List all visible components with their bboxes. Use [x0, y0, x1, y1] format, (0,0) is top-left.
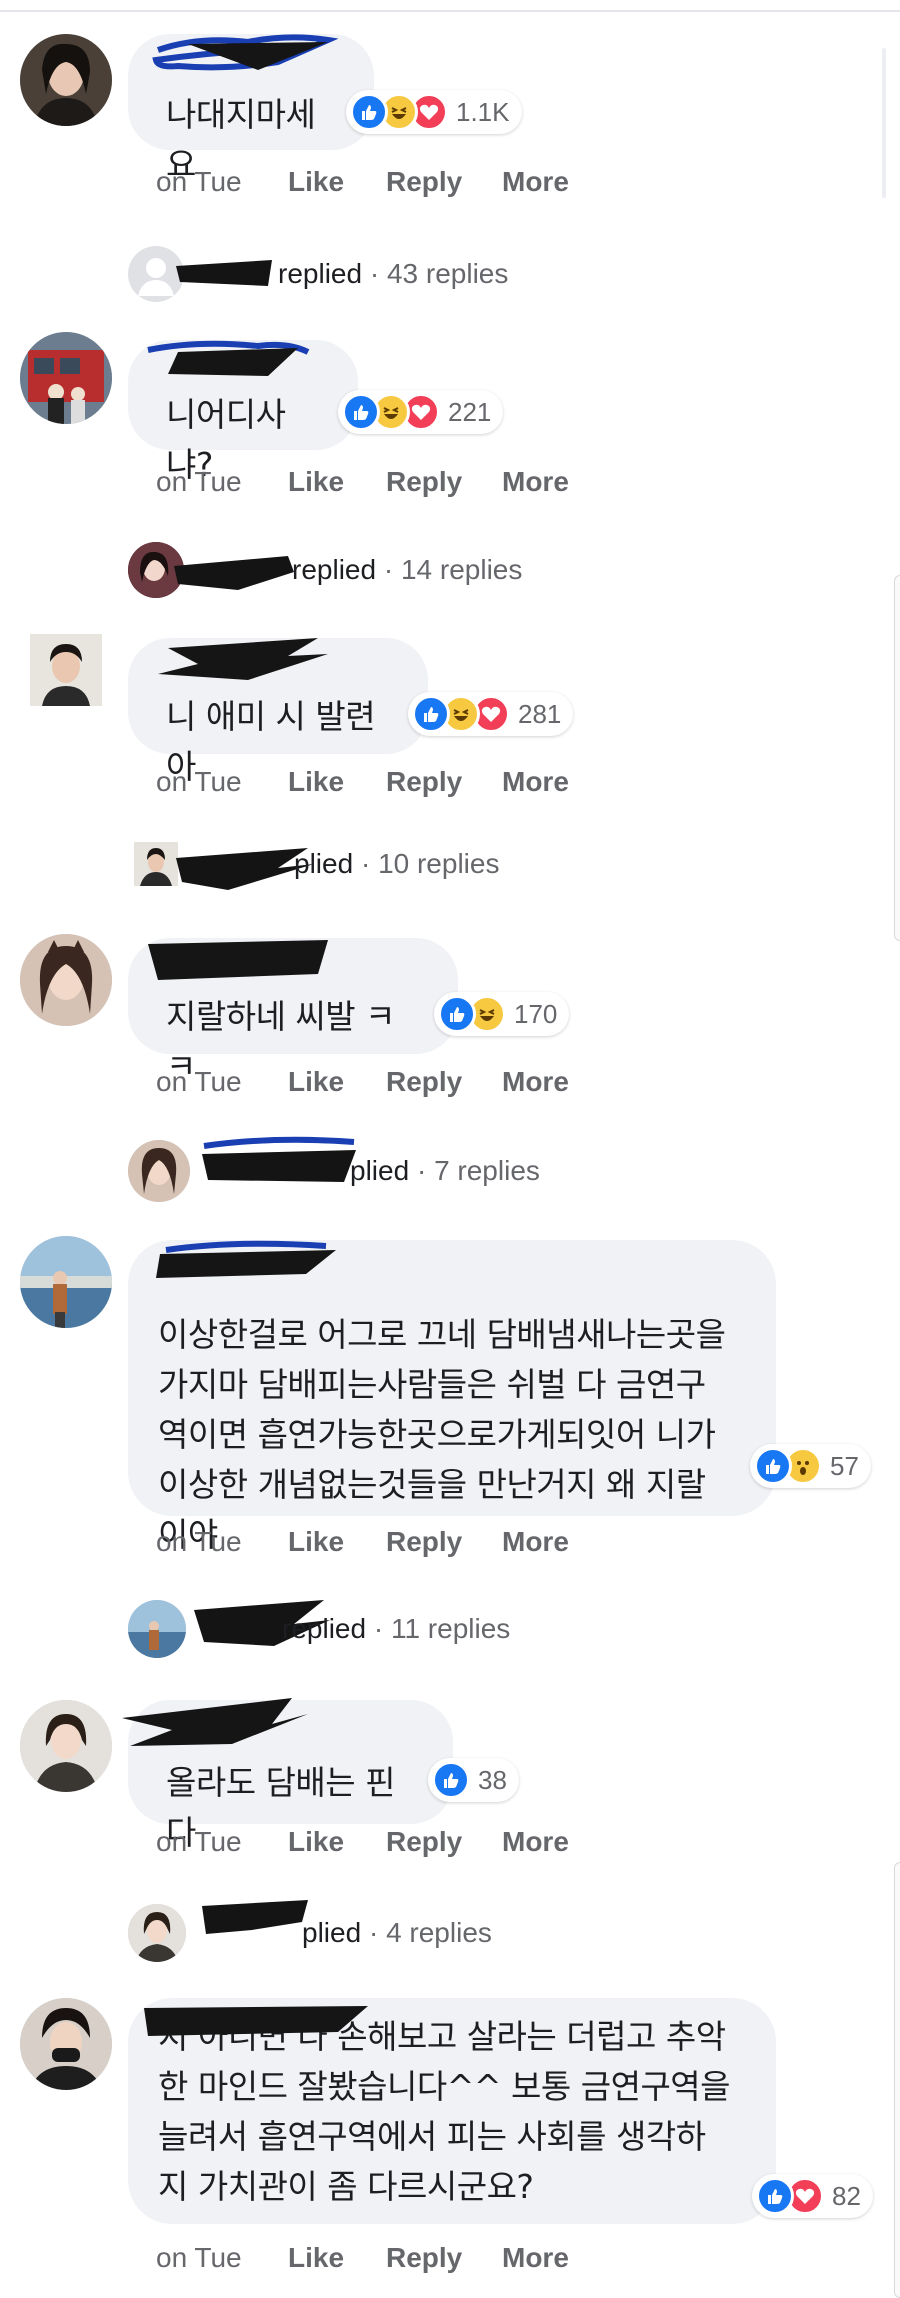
avatar[interactable] [20, 34, 112, 126]
like-button[interactable]: Like [288, 766, 386, 798]
comment-time[interactable]: on Tue [156, 766, 288, 798]
avatar[interactable] [30, 634, 102, 706]
reply-button[interactable]: Reply [386, 766, 502, 798]
more-button[interactable]: More [502, 1826, 569, 1858]
comment-bubble[interactable]: 지랄하네 씨발 ㅋ ㅋ [128, 938, 458, 1086]
replies-summary[interactable]: plied · 10 replies [128, 842, 500, 890]
like-button[interactable]: Like [288, 2242, 386, 2274]
replies-summary[interactable]: replied · 14 replies [128, 542, 522, 598]
replies-count: 11 replies [390, 1613, 511, 1644]
avatar[interactable] [20, 934, 112, 1026]
reply-avatar [128, 1140, 190, 1202]
reply-avatar [128, 1600, 186, 1658]
more-button[interactable]: More [502, 166, 569, 198]
replies-count: 43 replies [386, 258, 509, 289]
reaction-count: 57 [830, 1450, 859, 1481]
reply-avatar [128, 1904, 186, 1962]
replied-label: replied [292, 554, 377, 585]
like-button[interactable]: Like [288, 1826, 386, 1858]
more-button[interactable]: More [502, 2242, 569, 2274]
reaction-summary[interactable]: 57 [750, 1444, 871, 1488]
like-reaction-icon [342, 393, 380, 431]
replies-summary[interactable]: plied · 4 replies [128, 1900, 492, 1962]
comment-actions: on Tue Like Reply More [156, 1066, 569, 1098]
comment-text: 이상한걸로 어그로 끄네 담배냄새나는곳을 가지마 담배피는사람들은 쉬벌 다 … [158, 1315, 726, 1554]
replies-count: 14 replies [400, 554, 523, 585]
replied-label: plied [302, 1917, 362, 1948]
comment-actions: on Tue Like Reply More [156, 166, 569, 198]
comment-actions: on Tue Like Reply More [156, 1826, 569, 1858]
like-reaction-icon [432, 1761, 470, 1799]
comment-actions: on Tue Like Reply More [156, 2242, 569, 2274]
replies-summary[interactable]: plied · 7 replies [128, 1136, 540, 1202]
reaction-count: 38 [478, 1764, 507, 1795]
replied-label: replied [278, 258, 363, 289]
comment-bubble[interactable]: 이상한걸로 어그로 끄네 담배냄새나는곳을 가지마 담배피는사람들은 쉬벌 다 … [128, 1240, 776, 1554]
reaction-count: 82 [832, 2180, 861, 2211]
comment-time[interactable]: on Tue [156, 466, 288, 498]
avatar[interactable] [20, 332, 112, 424]
comment-time[interactable]: on Tue [156, 1526, 288, 1558]
avatar[interactable] [20, 1700, 112, 1792]
reaction-count: 170 [514, 998, 558, 1029]
replies-count: 10 replies [378, 848, 500, 879]
comment-actions: on Tue Like Reply More [156, 766, 569, 798]
reaction-summary[interactable]: 221 [338, 390, 504, 434]
reply-button[interactable]: Reply [386, 2242, 502, 2274]
comment-actions: on Tue Like Reply More [156, 466, 569, 498]
like-button[interactable]: Like [288, 1066, 386, 1098]
reaction-summary[interactable]: 82 [752, 2174, 873, 2218]
comment-actions: on Tue Like Reply More [156, 1526, 569, 1558]
like-button[interactable]: Like [288, 1526, 386, 1558]
reaction-summary[interactable]: 1.1K [346, 90, 522, 134]
comment-bubble[interactable]: 니어디사냐? [128, 340, 358, 484]
avatar[interactable] [20, 1998, 112, 2090]
reaction-summary[interactable]: 281 [408, 692, 574, 736]
replies-count: 4 replies [386, 1917, 492, 1948]
more-button[interactable]: More [502, 1066, 569, 1098]
comment-time[interactable]: on Tue [156, 1066, 288, 1098]
avatar[interactable] [20, 1236, 112, 1328]
reply-button[interactable]: Reply [386, 1526, 502, 1558]
reaction-summary[interactable]: 170 [434, 992, 570, 1036]
reaction-count: 221 [448, 396, 492, 427]
comment-time[interactable]: on Tue [156, 1826, 288, 1858]
like-button[interactable]: Like [288, 166, 386, 198]
more-button[interactable]: More [502, 466, 569, 498]
replied-label: replied [282, 1613, 367, 1644]
replies-summary[interactable]: replied · 43 replies [128, 246, 508, 302]
replied-label: plied [294, 848, 354, 879]
reaction-count: 281 [518, 698, 562, 729]
like-reaction-icon [438, 995, 476, 1033]
reply-button[interactable]: Reply [386, 166, 502, 198]
like-button[interactable]: Like [288, 466, 386, 498]
like-reaction-icon [350, 93, 388, 131]
comment-time[interactable]: on Tue [156, 2242, 288, 2274]
comment-bubble[interactable]: 나대지마세요 [128, 34, 374, 184]
reaction-summary[interactable]: 38 [428, 1758, 519, 1802]
reply-button[interactable]: Reply [386, 466, 502, 498]
like-reaction-icon [756, 2177, 794, 2215]
replies-summary[interactable]: replied · 11 replies [128, 1600, 510, 1658]
reply-button[interactable]: Reply [386, 1826, 502, 1858]
like-reaction-icon [754, 1447, 792, 1485]
comment-bubble[interactable]: 니 애미 시 발련아 [128, 638, 428, 786]
reaction-count: 1.1K [456, 96, 510, 127]
comment-time[interactable]: on Tue [156, 166, 288, 198]
top-divider [0, 10, 900, 12]
scroll-thumb[interactable] [882, 48, 886, 198]
scrollbar-track-bottom[interactable] [894, 1862, 900, 2298]
reply-button[interactable]: Reply [386, 1066, 502, 1098]
like-reaction-icon [412, 695, 450, 733]
comment-bubble[interactable]: 올라도 담배는 핀다 [122, 1698, 453, 1852]
comment-bubble[interactable]: 지 아니면 다 손해보고 살라는 더럽고 추악 한 마인드 잘봤습니다^^ 보통… [128, 1998, 776, 2224]
scrollbar-track-top[interactable] [894, 575, 900, 941]
more-button[interactable]: More [502, 766, 569, 798]
replies-count: 7 replies [434, 1155, 540, 1186]
more-button[interactable]: More [502, 1526, 569, 1558]
replied-label: plied [350, 1155, 410, 1186]
